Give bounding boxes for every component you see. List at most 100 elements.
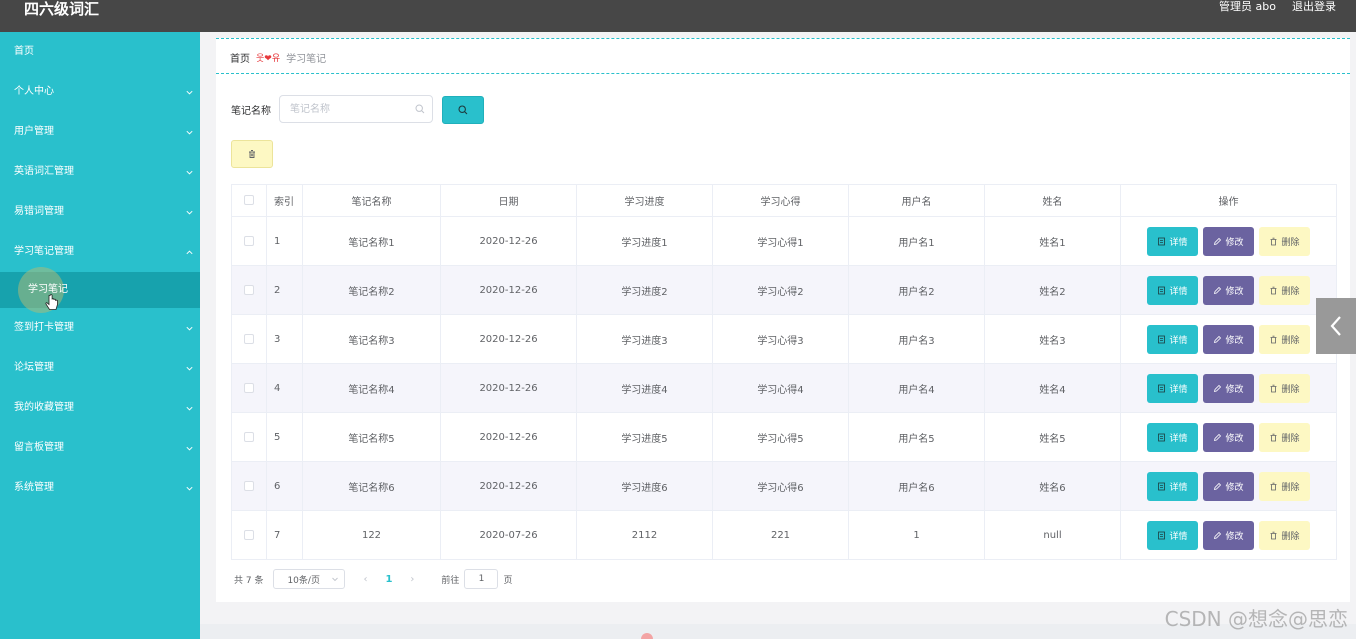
row-checkbox[interactable] — [244, 431, 254, 442]
search-input[interactable] — [280, 96, 400, 122]
sidebar-item-7[interactable]: 论坛管理 — [0, 348, 200, 388]
delete-button[interactable]: 删除 — [1259, 324, 1310, 354]
table-cell: 学习进度6 — [576, 461, 713, 511]
table-cell: 2020-12-26 — [440, 412, 577, 462]
row-checkbox[interactable] — [244, 480, 254, 491]
sidebar-item-3[interactable]: 英语词汇管理 — [0, 152, 200, 192]
admin-user-label[interactable]: 管理员 abo — [1219, 0, 1276, 14]
sidebar-item-2[interactable]: 用户管理 — [0, 112, 200, 152]
delete-button[interactable]: 删除 — [1259, 520, 1310, 550]
watermark: CSDN @想念@思恋 — [1164, 607, 1348, 631]
edit-label: 修改 — [1225, 531, 1244, 542]
row-select-cell — [231, 461, 267, 511]
chevron-down-icon — [184, 428, 194, 468]
page-number[interactable]: 1 — [385, 574, 392, 585]
column-header: 用户名 — [848, 184, 985, 217]
page-size-select[interactable]: 10条/页 — [273, 569, 346, 589]
edit-button[interactable]: 修改 — [1203, 226, 1254, 256]
edit-button[interactable]: 修改 — [1203, 471, 1254, 501]
row-checkbox[interactable] — [244, 235, 254, 246]
trash-icon — [1270, 286, 1277, 294]
delete-label: 删除 — [1281, 335, 1300, 346]
row-actions-cell: 详情 修改 删除 — [1120, 510, 1337, 560]
edit-button[interactable]: 修改 — [1203, 520, 1254, 550]
table-cell: 笔记名称5 — [302, 412, 441, 462]
edit-button[interactable]: 修改 — [1203, 275, 1254, 305]
table-cell: 姓名2 — [984, 265, 1121, 315]
table-row[interactable]: 6 笔记名称6 2020-12-26 学习进度6 学习心得6 用户名6 姓名6 详情 修改 删除 — [231, 461, 1337, 511]
sidebar-item-0[interactable]: 首页 — [0, 32, 200, 72]
detail-button[interactable]: 详情 — [1147, 471, 1198, 501]
table-row[interactable]: 5 笔记名称5 2020-12-26 学习进度5 学习心得5 用户名5 姓名5 详情 修改 删除 — [231, 412, 1337, 462]
pagination-total: 共 7 条 — [234, 575, 264, 586]
row-actions-cell: 详情 修改 删除 — [1120, 363, 1337, 413]
trash-icon — [249, 150, 255, 158]
row-checkbox[interactable] — [244, 333, 254, 344]
table-row[interactable]: 1 笔记名称1 2020-12-26 学习进度1 学习心得1 用户名1 姓名1 详情 修改 删除 — [231, 216, 1337, 266]
delete-button[interactable]: 删除 — [1259, 275, 1310, 305]
logout-link[interactable]: 退出登录 — [1292, 0, 1336, 14]
table-cell: 2020-12-26 — [440, 363, 577, 413]
table-cell: 4 — [266, 363, 303, 413]
sidebar-item-9[interactable]: 留言板管理 — [0, 428, 200, 468]
sidebar-item-5[interactable]: 学习笔记管理 — [0, 232, 200, 272]
delete-button[interactable]: 删除 — [1259, 471, 1310, 501]
next-page-button[interactable]: › — [410, 574, 414, 585]
table-cell: 用户名4 — [848, 363, 985, 413]
sidebar-item-10[interactable]: 系统管理 — [0, 468, 200, 508]
sidebar-item-label: 系统管理 — [14, 482, 54, 493]
delete-label: 删除 — [1281, 433, 1300, 444]
detail-button[interactable]: 详情 — [1147, 520, 1198, 550]
table-cell: 2112 — [576, 510, 713, 560]
table-row[interactable]: 3 笔记名称3 2020-12-26 学习进度3 学习心得3 用户名3 姓名3 详情 修改 删除 — [231, 314, 1337, 364]
table-cell: 用户名1 — [848, 216, 985, 266]
sidebar-item-6[interactable]: 签到打卡管理 — [0, 308, 200, 348]
detail-button[interactable]: 详情 — [1147, 275, 1198, 305]
detail-button[interactable]: 详情 — [1147, 422, 1198, 452]
breadcrumb-home[interactable]: 首页 — [230, 50, 250, 65]
edit-button[interactable]: 修改 — [1203, 422, 1254, 452]
row-select-cell — [231, 363, 267, 413]
pencil-icon — [1214, 335, 1222, 343]
row-actions-cell: 详情 修改 删除 — [1120, 461, 1337, 511]
detail-label: 详情 — [1169, 335, 1188, 346]
table-header-row: 索引 笔记名称 日期 学习进度 学习心得 用户名 姓名 操作 — [231, 184, 1337, 217]
trash-icon — [1270, 482, 1277, 490]
delete-button[interactable]: 删除 — [1259, 226, 1310, 256]
goto-page-input[interactable]: 1 — [464, 569, 499, 589]
detail-button[interactable]: 详情 — [1147, 373, 1198, 403]
sidebar-item-label: 签到打卡管理 — [14, 322, 74, 333]
table-row[interactable]: 2 笔记名称2 2020-12-26 学习进度2 学习心得2 用户名2 姓名2 详情 修改 删除 — [231, 265, 1337, 315]
row-select-cell — [231, 412, 267, 462]
edit-button[interactable]: 修改 — [1203, 324, 1254, 354]
table-cell: 姓名4 — [984, 363, 1121, 413]
edit-button[interactable]: 修改 — [1203, 373, 1254, 403]
search-button[interactable] — [442, 96, 484, 124]
sidebar-item-8[interactable]: 我的收藏管理 — [0, 388, 200, 428]
table-cell: 5 — [266, 412, 303, 462]
collapse-handle[interactable] — [1316, 298, 1356, 354]
batch-delete-button[interactable] — [231, 140, 273, 168]
breadcrumb: 首页 웃❤유 学习笔记 — [230, 50, 326, 65]
row-checkbox[interactable] — [244, 284, 254, 295]
delete-button[interactable]: 删除 — [1259, 422, 1310, 452]
row-checkbox[interactable] — [244, 529, 254, 540]
document-icon — [1158, 433, 1166, 441]
table-cell: 学习心得4 — [712, 363, 849, 413]
sidebar-item-1[interactable]: 个人中心 — [0, 72, 200, 112]
row-checkbox[interactable] — [244, 382, 254, 393]
table-cell: 221 — [712, 510, 849, 560]
table-row[interactable]: 4 笔记名称4 2020-12-26 学习进度4 学习心得4 用户名4 姓名4 详情 修改 删除 — [231, 363, 1337, 413]
delete-button[interactable]: 删除 — [1259, 373, 1310, 403]
select-all-checkbox[interactable] — [244, 195, 254, 205]
prev-page-button[interactable]: ‹ — [363, 574, 367, 585]
bottom-indicator — [641, 633, 653, 639]
row-select-cell — [231, 510, 267, 560]
sidebar-item-4[interactable]: 易错词管理 — [0, 192, 200, 232]
table-row[interactable]: 7 122 2020-07-26 2112 221 1 null 详情 修改 删除 — [231, 510, 1337, 560]
trash-icon — [1270, 433, 1277, 441]
detail-button[interactable]: 详情 — [1147, 226, 1198, 256]
sidebar-subitem-active[interactable]: 学习笔记 — [0, 267, 200, 313]
detail-button[interactable]: 详情 — [1147, 324, 1198, 354]
column-header: 日期 — [440, 184, 577, 217]
